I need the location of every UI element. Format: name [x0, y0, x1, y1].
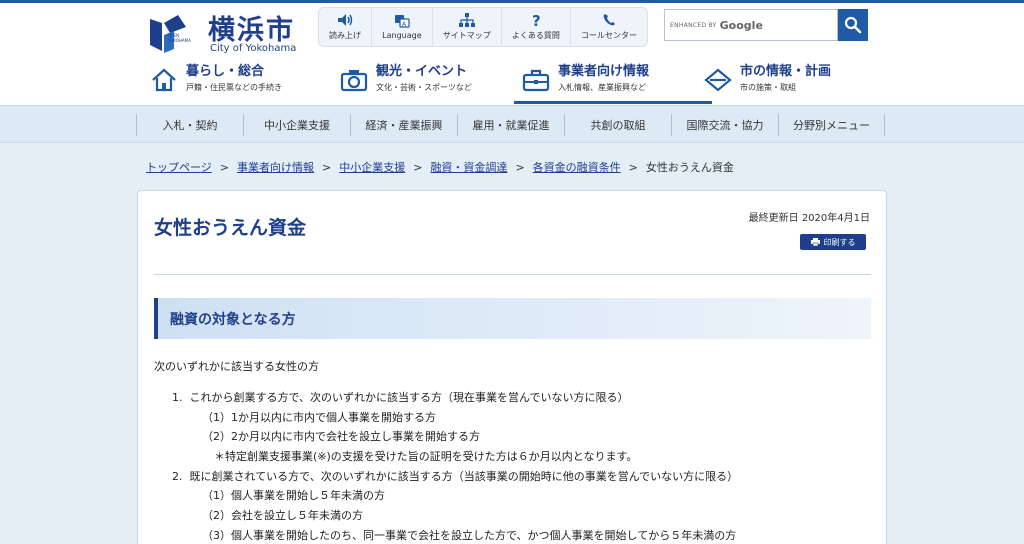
util-sitemap[interactable]: サイトマップ [431, 8, 501, 46]
main-nav-business[interactable]: 事業者向け情報 入札情報、産業振興など [514, 61, 712, 105]
main-nav-sub: 入札情報、産業振興など [558, 83, 646, 92]
util-read-aloud[interactable]: 読み上げ [319, 8, 371, 46]
breadcrumb-link[interactable]: トップページ [146, 159, 212, 175]
list-item: 1. これから創業する方で、次のいずれかに該当する方（現在事業を営んでいない方に… [172, 388, 738, 408]
divider [154, 274, 871, 275]
logo-badge: OPEN YOKOHAMA [168, 33, 191, 43]
util-faq[interactable]: ? よくある質問 [500, 8, 570, 46]
eligibility-list: 1. これから創業する方で、次のいずれかに該当する方（現在事業を営んでいない方に… [172, 388, 738, 544]
breadcrumb-separator: > [515, 160, 525, 174]
speaker-icon [338, 14, 353, 26]
main-nav-city-info[interactable]: 市の情報・計画 市の施策・取組 [704, 61, 874, 105]
last-updated: 最終更新日 2020年4月1日 [748, 213, 870, 224]
list-sub-item: （3）個人事業を開始したのち、同一事業で会社を設立した方で、かつ個人事業を開始し… [202, 528, 737, 542]
list-item-text: 既に創業されている方で、次のいずれかに該当する方（当該事業の開始時に他の事業を営… [189, 469, 739, 483]
breadcrumb-link[interactable]: 中小企業支援 [339, 159, 405, 175]
list-sub-item: （1）個人事業を開始し５年未満の方 [202, 489, 385, 503]
sub-nav-item[interactable]: 共創の取組 [564, 114, 671, 136]
breadcrumb-link[interactable]: 融資・資金調達 [430, 159, 507, 175]
logo-badge-line: YOKOHAMA [168, 38, 191, 43]
section-heading-text: 融資の対象となる方 [170, 311, 296, 328]
svg-text:?: ? [532, 13, 541, 27]
breadcrumb-separator: > [219, 160, 229, 174]
search-button[interactable] [838, 9, 868, 41]
breadcrumb-separator: > [413, 160, 423, 174]
camera-icon [340, 70, 368, 92]
main-nav-title: 事業者向け情報 [558, 64, 650, 79]
main-nav-title: 市の情報・計画 [740, 64, 832, 79]
breadcrumb-separator: > [628, 160, 638, 174]
util-label: よくある質問 [511, 31, 560, 40]
sub-nav-item[interactable]: 雇用・就業促進 [457, 114, 564, 136]
main-nav-living[interactable]: 暮らし・総合 戸籍・住民票などの手続き [150, 61, 340, 105]
page-title: 女性おうえん資金 [154, 217, 307, 239]
sub-nav-item[interactable]: 国際交流・協力 [671, 114, 778, 136]
main-nav-sub: 文化・芸術・スポーツなど [376, 83, 472, 92]
print-button[interactable]: 印刷する [800, 234, 866, 250]
sub-nav-item[interactable]: 経済・産業振興 [350, 114, 457, 136]
list-number: 2. [172, 469, 183, 483]
sub-nav: 入札・契約 中小企業支援 経済・産業振興 雇用・就業促進 共創の取組 国際交流・… [0, 105, 1024, 143]
house-icon [152, 68, 176, 92]
briefcase-icon [522, 69, 550, 92]
main-nav-title: 暮らし・総合 [186, 64, 265, 79]
util-label: Language [382, 31, 422, 40]
util-label: 読み上げ [329, 31, 362, 40]
sub-nav-list: 入札・契約 中小企業支援 経済・産業振興 雇用・就業促進 共創の取組 国際交流・… [136, 114, 885, 136]
search-enhanced-label: ENHANCED BY [670, 21, 717, 29]
list-sub-item: （2）2か月以内に市内で会社を設立し事業を開始する方 [202, 430, 480, 444]
breadcrumb-link[interactable]: 各資金の融資条件 [533, 159, 621, 175]
main-nav-title: 観光・イベント [376, 64, 468, 79]
translate-icon: A [394, 15, 410, 28]
util-label: サイトマップ [442, 31, 491, 40]
sitemap-icon [458, 13, 475, 27]
main-nav: 暮らし・総合 戸籍・住民票などの手続き 観光・イベント 文化・芸術・スポーツなど [150, 61, 880, 105]
phone-icon [603, 14, 615, 26]
site-header: OPEN YOKOHAMA 横浜市 City of Yokohama 読み上げ … [0, 3, 1024, 105]
list-sub-item: （1）1か月以内に市内で個人事業を開始する方 [202, 410, 436, 424]
printer-icon [810, 238, 820, 246]
breadcrumb-separator: > [322, 160, 332, 174]
print-label: 印刷する [823, 237, 856, 247]
sub-nav-item[interactable]: 入札・契約 [136, 114, 243, 136]
search-icon [844, 16, 862, 34]
util-label: コールセンター [580, 31, 637, 40]
main-nav-sub: 市の施策・取組 [740, 83, 796, 92]
breadcrumb: トップページ > 事業者向け情報 > 中小企業支援 > 融資・資金調達 > 各資… [146, 159, 734, 175]
logo-title-jp[interactable]: 横浜市 [208, 8, 295, 47]
list-item-text: これから創業する方で、次のいずれかに該当する方（現在事業を営んでいない方に限る） [189, 391, 629, 404]
intro-text: 次のいずれかに該当する女性の方 [154, 360, 319, 373]
breadcrumb-current: 女性おうえん資金 [645, 161, 734, 174]
list-sub-item: （2）会社を設立し５年未満の方 [202, 509, 363, 523]
util-language[interactable]: A Language [371, 8, 432, 46]
util-call-center[interactable]: コールセンター [569, 8, 647, 46]
city-emblem-icon [704, 68, 732, 92]
logo-title-en[interactable]: City of Yokohama [210, 43, 296, 54]
search-provider-label: Google [719, 18, 763, 32]
main-nav-tourism[interactable]: 観光・イベント 文化・芸術・スポーツなど [340, 61, 522, 105]
question-icon: ? [532, 13, 541, 27]
list-number: 1. [172, 391, 183, 404]
content-card: 女性おうえん資金 最終更新日 2020年4月1日 印刷する 融資の対象となる方 … [137, 190, 887, 544]
search-input[interactable]: ENHANCED BY Google [664, 9, 838, 41]
utility-nav: 読み上げ A Language サイトマップ ? よくある質問 コールセンター [318, 7, 648, 47]
sub-nav-item[interactable]: 中小企業支援 [243, 114, 350, 136]
breadcrumb-link[interactable]: 事業者向け情報 [237, 159, 314, 175]
list-note: ＊特定創業支援事業(※)の支援を受けた旨の証明を受けた方は６か月以内となります。 [214, 450, 638, 464]
sub-nav-item[interactable]: 分野別メニュー [778, 114, 885, 136]
list-item: 2. 既に創業されている方で、次のいずれかに該当する方（当該事業の開始時に他の事… [172, 467, 738, 487]
main-nav-sub: 戸籍・住民票などの手続き [186, 83, 282, 92]
section-heading: 融資の対象となる方 [154, 298, 871, 339]
